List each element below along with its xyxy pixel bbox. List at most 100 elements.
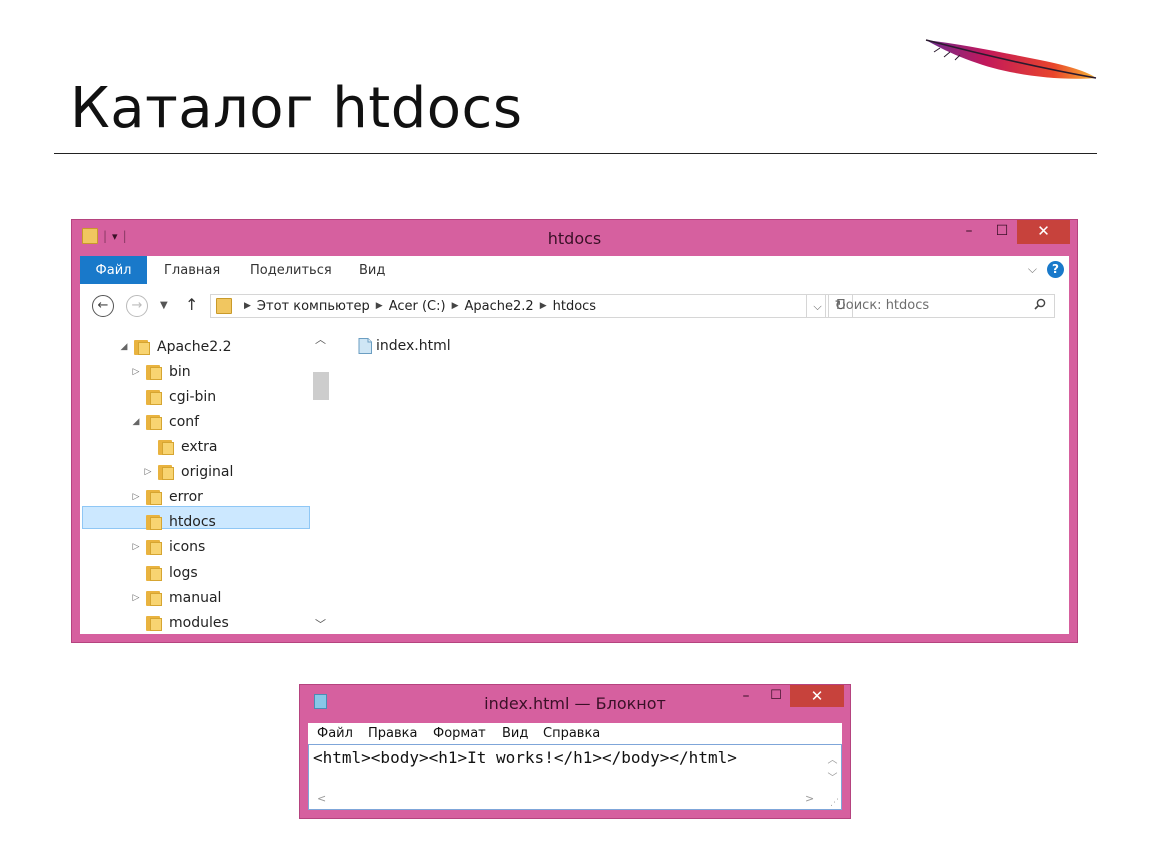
- folder-icon: [146, 565, 162, 581]
- explorer-content: ◢ Apache2.2 ▷ bin cgi-bin ◢ conf extra ▷ original…: [80, 329, 1069, 634]
- breadcrumb-separator[interactable]: ▶: [244, 301, 251, 311]
- tree-scrollbar[interactable]: ︿ ﹀: [312, 329, 329, 634]
- folder-icon: [146, 539, 162, 555]
- scroll-up-icon[interactable]: ︿: [312, 331, 329, 347]
- up-button[interactable]: ↑: [185, 295, 198, 314]
- tree-item[interactable]: ▷ icons: [130, 536, 206, 558]
- back-button[interactable]: ←: [92, 295, 114, 317]
- expand-arrow-icon[interactable]: ◢: [130, 417, 142, 427]
- forward-button[interactable]: →: [126, 295, 148, 317]
- tab-file[interactable]: Файл: [80, 256, 147, 284]
- explorer-title: htdocs: [547, 229, 602, 248]
- title-divider: [54, 153, 1097, 154]
- tree-item-label: icons: [169, 539, 206, 555]
- folder-icon: [216, 298, 232, 314]
- breadcrumb-item[interactable]: Apache2.2: [465, 299, 534, 314]
- tree-item-label: extra: [181, 439, 218, 455]
- expand-arrow-icon[interactable]: ▷: [130, 367, 142, 377]
- scroll-left-icon[interactable]: <: [317, 792, 326, 805]
- ribbon-tabs: Файл Главная Поделиться Вид ⌵ ?: [80, 256, 1069, 285]
- tree-item[interactable]: ◢ Apache2.2: [118, 336, 232, 358]
- maximize-button[interactable]: ☐: [762, 685, 790, 707]
- tree-item-label: bin: [169, 364, 191, 380]
- navigation-tree: ◢ Apache2.2 ▷ bin cgi-bin ◢ conf extra ▷ original…: [80, 329, 330, 634]
- close-button[interactable]: ✕: [790, 685, 844, 707]
- tree-item[interactable]: htdocs: [130, 511, 216, 533]
- expand-ribbon-icon[interactable]: ⌵: [1028, 262, 1037, 277]
- html-file-icon: [358, 338, 372, 354]
- tree-item-label: original: [181, 464, 234, 480]
- menu-edit[interactable]: Правка: [368, 726, 417, 741]
- horizontal-scrollbar[interactable]: < >: [309, 791, 824, 809]
- expand-arrow-icon[interactable]: ◢: [118, 342, 130, 352]
- notepad-menu-bar: Файл Правка Формат Вид Справка: [308, 723, 842, 744]
- help-icon[interactable]: ?: [1047, 261, 1064, 278]
- scroll-down-icon[interactable]: ﹀: [312, 616, 329, 632]
- minimize-button[interactable]: –: [732, 685, 760, 707]
- folder-icon: [146, 389, 162, 405]
- breadcrumb-item[interactable]: Acer (C:): [389, 299, 446, 314]
- tree-item[interactable]: modules: [130, 612, 229, 634]
- scroll-up-icon[interactable]: ︿: [824, 751, 841, 766]
- search-icon[interactable]: [1034, 298, 1046, 310]
- tab-home[interactable]: Главная: [164, 256, 220, 284]
- recent-locations-icon[interactable]: ▼: [160, 300, 168, 311]
- expand-arrow-icon[interactable]: ▷: [130, 492, 142, 502]
- folder-icon: [134, 339, 150, 355]
- maximize-button[interactable]: ☐: [985, 220, 1019, 244]
- breadcrumb[interactable]: ▶ Этот компьютер ▶ Acer (C:) ▶ Apache2.2…: [210, 294, 807, 318]
- folder-icon: [146, 615, 162, 631]
- tree-item-label: logs: [169, 565, 198, 581]
- folder-icon: [158, 439, 174, 455]
- notepad-text[interactable]: <html><body><h1>It works!</h1></body></h…: [313, 748, 737, 767]
- breadcrumb-separator[interactable]: ▶: [376, 301, 383, 311]
- tree-item-label: cgi-bin: [169, 389, 217, 405]
- tree-item[interactable]: ▷ error: [130, 486, 203, 508]
- tree-item[interactable]: ▷ manual: [130, 587, 222, 609]
- close-button[interactable]: ✕: [1017, 220, 1070, 244]
- scroll-down-icon[interactable]: ﹀: [824, 769, 841, 784]
- folder-icon: [146, 590, 162, 606]
- file-name: index.html: [376, 338, 451, 354]
- explorer-titlebar[interactable]: | ▾ | htdocs – ☐ ✕: [72, 220, 1077, 256]
- notepad-window: index.html — Блокнот – ☐ ✕ Файл Правка Ф…: [299, 684, 851, 819]
- expand-arrow-icon[interactable]: ▷: [142, 467, 154, 477]
- folder-icon: [146, 364, 162, 380]
- tree-item[interactable]: ▷ bin: [130, 361, 191, 383]
- scroll-right-icon[interactable]: >: [805, 792, 814, 805]
- folder-icon: [146, 489, 162, 505]
- breadcrumb-item[interactable]: Этот компьютер: [257, 299, 370, 314]
- apache-feather-logo: [925, 39, 1097, 79]
- resize-grip-icon[interactable]: ⋰: [830, 798, 839, 808]
- vertical-scrollbar[interactable]: ︿ ﹀: [824, 745, 841, 791]
- tree-item[interactable]: cgi-bin: [130, 386, 216, 408]
- slide-title: Каталог htdocs: [70, 76, 523, 141]
- address-bar: ← → ▼ ↑ ▶ Этот компьютер ▶ Acer (C:) ▶ A…: [80, 284, 1069, 329]
- minimize-button[interactable]: –: [952, 220, 986, 244]
- folder-icon: [146, 414, 162, 430]
- menu-format[interactable]: Формат: [433, 726, 486, 741]
- tree-item[interactable]: logs: [130, 562, 198, 584]
- breadcrumb-separator[interactable]: ▶: [540, 301, 547, 311]
- expand-arrow-icon[interactable]: ▷: [130, 593, 142, 603]
- tree-item[interactable]: extra: [142, 436, 217, 458]
- search-input[interactable]: Поиск: htdocs: [825, 294, 1055, 318]
- tree-item-label: conf: [169, 414, 200, 430]
- menu-help[interactable]: Справка: [543, 726, 600, 741]
- breadcrumb-item[interactable]: htdocs: [553, 299, 596, 314]
- tab-share[interactable]: Поделиться: [250, 256, 332, 284]
- tree-item-label: manual: [169, 590, 222, 606]
- tree-item[interactable]: ▷ original: [142, 461, 234, 483]
- tree-item[interactable]: ◢ conf: [130, 411, 200, 433]
- tab-view[interactable]: Вид: [359, 256, 385, 284]
- notepad-text-area[interactable]: <html><body><h1>It works!</h1></body></h…: [308, 744, 842, 810]
- tree-item-label: error: [169, 489, 203, 505]
- file-item[interactable]: index.html: [358, 338, 451, 354]
- menu-file[interactable]: Файл: [317, 726, 353, 741]
- scrollbar-thumb[interactable]: [313, 372, 329, 400]
- search-placeholder: Поиск: htdocs: [836, 298, 930, 313]
- folder-icon: [158, 464, 174, 480]
- menu-view[interactable]: Вид: [502, 726, 528, 741]
- breadcrumb-separator[interactable]: ▶: [452, 301, 459, 311]
- expand-arrow-icon[interactable]: ▷: [130, 542, 142, 552]
